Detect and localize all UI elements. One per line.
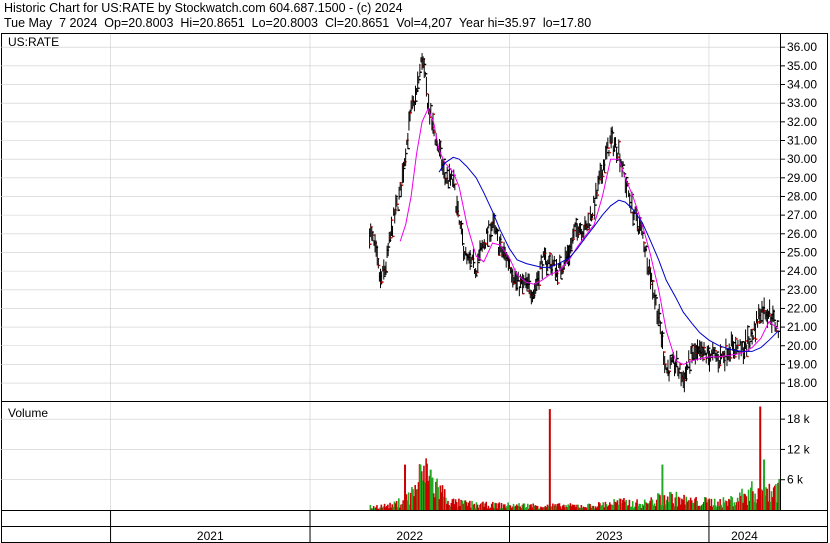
price-tick-label: 22.00 bbox=[787, 301, 817, 315]
price-axis-ticks: 36.00 35.00 34.00 33.00 32.00 31.00 30.00 29.00… bbox=[780, 40, 817, 390]
price-tick-label: 29.00 bbox=[787, 171, 817, 185]
price-tick-label: 31.00 bbox=[787, 133, 817, 147]
price-tick-label: 26.00 bbox=[787, 227, 817, 241]
price-tick-label: 24.00 bbox=[787, 264, 817, 278]
volume-spike bbox=[425, 463, 428, 510]
price-tick-label: 21.00 bbox=[787, 320, 817, 334]
volume-spike bbox=[763, 459, 766, 510]
stock-chart: US:RATE Volume 36.00 35.00 34.00 33.00 32.00… bbox=[1, 33, 828, 543]
volume-panel-label: Volume bbox=[8, 406, 48, 420]
year-label: 2021 bbox=[197, 529, 224, 543]
volume-spike bbox=[759, 406, 762, 510]
series-ma-long bbox=[438, 156, 779, 352]
volume-tick-label: 6 k bbox=[787, 473, 804, 487]
price-tick-label: 28.00 bbox=[787, 189, 817, 203]
year-labels: 2021 2022 2023 2024 bbox=[197, 529, 758, 543]
price-panel-label: US:RATE bbox=[8, 35, 59, 49]
volume-spike bbox=[429, 469, 432, 510]
price-tick-label: 25.00 bbox=[787, 245, 817, 259]
price-bars bbox=[369, 53, 781, 393]
price-tick-label: 33.00 bbox=[787, 96, 817, 110]
volume-tick-label: 18 k bbox=[787, 412, 811, 426]
price-tick-label: 18.00 bbox=[787, 376, 817, 390]
volume-bars bbox=[369, 406, 780, 510]
volume-spike bbox=[548, 409, 551, 510]
price-tick-label: 32.00 bbox=[787, 115, 817, 129]
volume-spike bbox=[661, 464, 664, 510]
price-tick-label: 35.00 bbox=[787, 59, 817, 73]
volume-spike bbox=[404, 464, 407, 510]
year-label: 2024 bbox=[731, 529, 758, 543]
volume-spike bbox=[419, 464, 422, 510]
volume-tick-label: 12 k bbox=[787, 442, 811, 456]
price-tick-label: 19.00 bbox=[787, 357, 817, 371]
volume-axis-ticks: 18 k 12 k 6 k bbox=[780, 412, 811, 487]
volume-bar bbox=[778, 478, 780, 510]
price-tick-label: 27.00 bbox=[787, 208, 817, 222]
price-tick-label: 20.00 bbox=[787, 339, 817, 353]
price-tick-label: 23.00 bbox=[787, 283, 817, 297]
year-label: 2023 bbox=[596, 529, 623, 543]
price-tick-label: 30.00 bbox=[787, 152, 817, 166]
price-tick-label: 36.00 bbox=[787, 40, 817, 54]
price-tick-label: 34.00 bbox=[787, 78, 817, 92]
year-label: 2022 bbox=[396, 529, 423, 543]
series-ma-short bbox=[399, 107, 779, 365]
